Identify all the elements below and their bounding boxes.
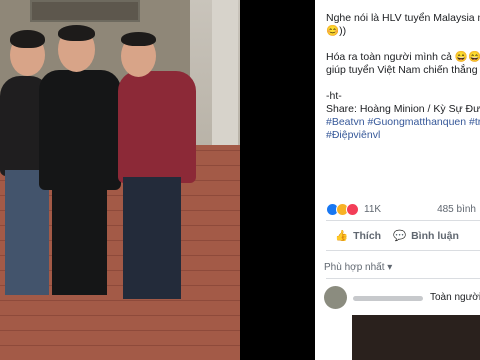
- comment-author-blurred: [353, 296, 423, 301]
- hashtag-link-2[interactable]: #Điệpviênvl: [326, 129, 480, 142]
- post-line-7: -ht-: [326, 90, 342, 102]
- post-photo: [0, 0, 240, 360]
- reaction-count: 11K: [364, 203, 382, 215]
- comment-button[interactable]: 💬 Bình luận: [393, 229, 459, 243]
- love-reaction-icon: [346, 202, 359, 216]
- comment-image[interactable]: [352, 315, 480, 360]
- avatar[interactable]: [324, 286, 347, 309]
- thumbs-up-icon: 👍: [335, 230, 349, 242]
- comment-sort-dropdown[interactable]: Phù hợp nhất ▾: [324, 262, 392, 273]
- like-button[interactable]: 👍 Thích: [335, 229, 382, 243]
- post-line-2: 😊)): [326, 25, 347, 37]
- post-line-4: Hóa ra toàn người mình cả 😄😄: [326, 51, 480, 63]
- post-line-1: Nghe nói là HLV tuyển Malaysia m: [326, 12, 480, 24]
- hashtag-link-1[interactable]: #Beatvn #Guongmatthanquen #trả: [326, 116, 480, 129]
- post-panel: Nghe nói là HLV tuyển Malaysia m 😊)) Hóa…: [315, 0, 480, 360]
- photo-viewer: [0, 0, 315, 360]
- comment-count[interactable]: 485 bình: [437, 204, 476, 215]
- like-label: Thích: [353, 229, 382, 242]
- chevron-down-icon: ▾: [387, 262, 393, 273]
- speech-bubble-icon: 💬: [393, 230, 407, 242]
- reaction-summary[interactable]: 11K 485 bình: [326, 201, 476, 217]
- comment-label: Bình luận: [411, 229, 459, 242]
- comment-author[interactable]: Toàn người: [430, 292, 480, 303]
- post-line-8: Share: Hoàng Minion / Kỳ Sự Đườ: [326, 103, 480, 115]
- post-line-5: giúp tuyển Việt Nam chiến thắng 🇻: [326, 64, 480, 76]
